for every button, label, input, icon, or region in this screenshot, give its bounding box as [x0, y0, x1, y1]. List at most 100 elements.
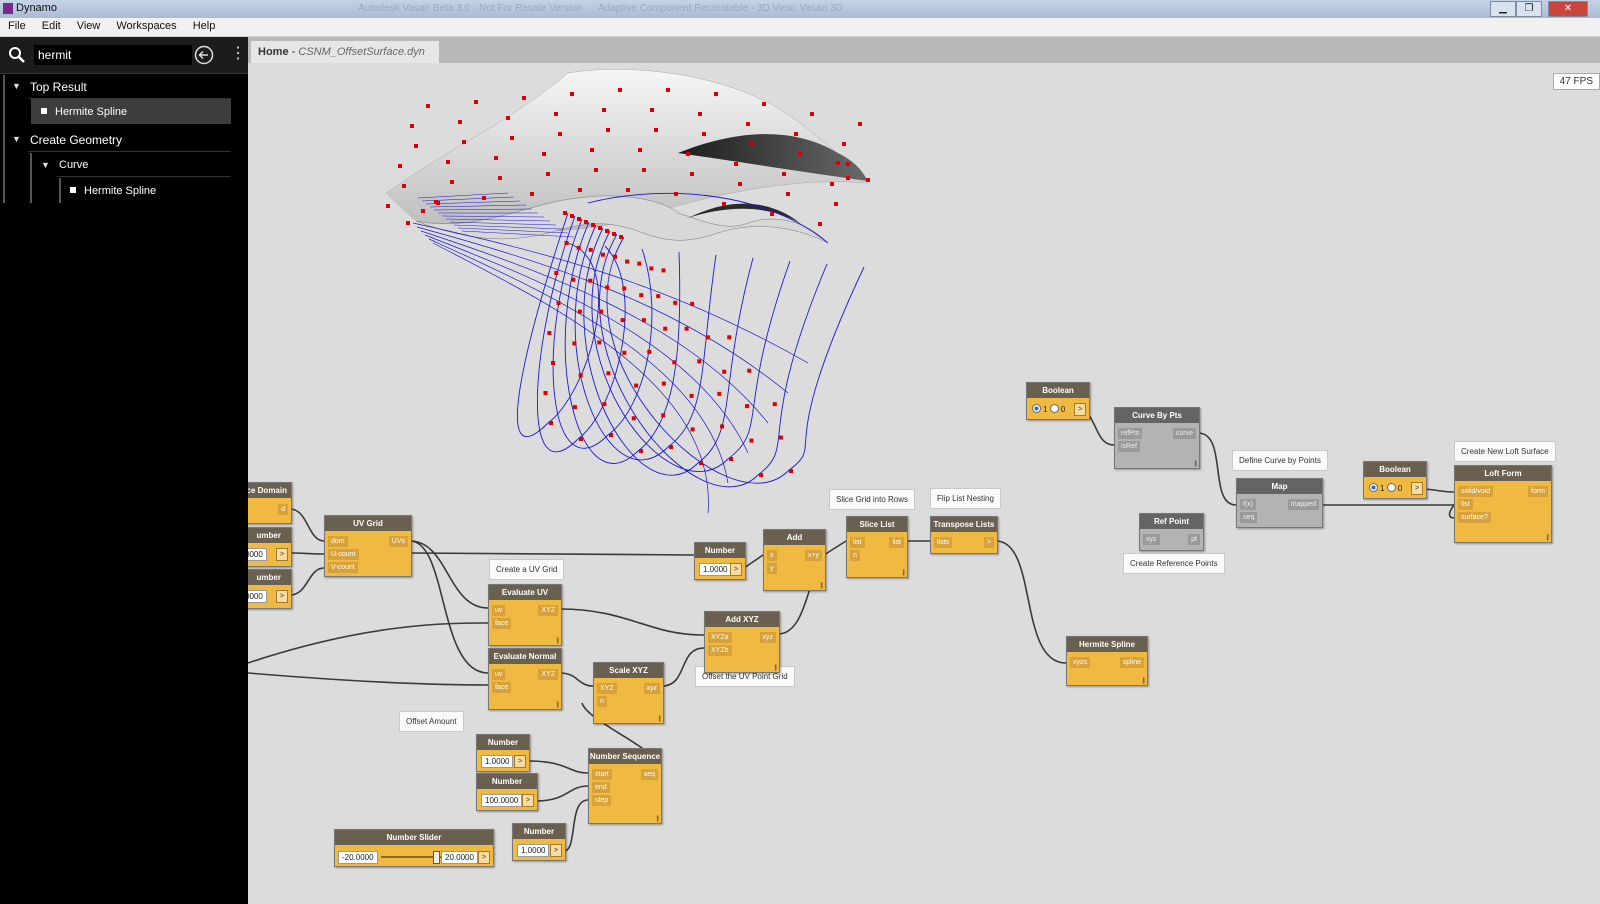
input-port[interactable]: uv [492, 605, 506, 616]
category-create-geometry[interactable]: Create Geometry [30, 133, 122, 147]
input-port[interactable]: XYZa [708, 632, 732, 643]
output-port[interactable]: XYZ [538, 605, 558, 616]
run-arrow[interactable]: > [1074, 403, 1086, 416]
input-port[interactable]: face [492, 618, 512, 629]
input-port[interactable]: y [767, 563, 777, 574]
node-scale-xyz[interactable]: Scale XYZ XYZ n xyz ||| [593, 662, 664, 724]
node-number[interactable]: Number 1.0000 > [512, 823, 566, 861]
run-arrow[interactable]: > [550, 844, 562, 857]
collapse-triangle-icon[interactable]: ▼ [12, 81, 21, 91]
menu-help[interactable]: Help [185, 18, 224, 32]
search-icon[interactable] [8, 46, 26, 64]
node-hermite-spline[interactable]: Hermite Spline xyzs spline ||| [1066, 636, 1148, 686]
node-number-sequence[interactable]: Number Sequence start end step seq ||| [588, 748, 662, 824]
output-port[interactable]: pt [1188, 534, 1200, 545]
node-boolean[interactable]: Boolean 1 0 > [1026, 382, 1090, 420]
input-port[interactable]: n [850, 550, 860, 561]
graph-canvas[interactable]: 47 FPS Create a UV Grid Slice Grid into … [248, 63, 1600, 904]
note-create-uv-grid[interactable]: Create a UV Grid [489, 559, 565, 580]
input-port[interactable]: step [592, 795, 612, 806]
node-number[interactable]: Number 100.0000 > [476, 773, 538, 811]
output-port[interactable]: xyz [759, 632, 776, 643]
output-port[interactable]: mapped [1287, 499, 1319, 510]
node-loft-form[interactable]: Loft Form solid/void list surface? form … [1454, 465, 1552, 543]
node-add-xyz[interactable]: Add XYZ XYZa XYZb xyz ||| [704, 611, 780, 673]
back-arrow-icon[interactable] [194, 45, 214, 65]
input-port[interactable]: uv [492, 669, 506, 680]
node-slice-list[interactable]: Slice List list n list ||| [846, 516, 908, 578]
input-port[interactable]: solid/void [1458, 486, 1494, 497]
input-port[interactable]: n [597, 696, 607, 707]
output-port[interactable]: > [983, 537, 994, 548]
input-port[interactable]: dom [328, 536, 348, 547]
node-number[interactable]: umber 0000 > [248, 527, 292, 567]
input-port[interactable]: f(x) [1240, 499, 1257, 510]
node-number-slider[interactable]: Number Slider -20.0000 20.0000 > [334, 829, 494, 867]
node-boolean[interactable]: Boolean 1 0 > [1363, 461, 1427, 499]
number-value[interactable]: 0000 [248, 590, 267, 603]
note-create-loft[interactable]: Create New Loft Surface [1454, 441, 1556, 462]
output-port[interactable]: seq [640, 769, 658, 780]
input-port[interactable]: xyz [1143, 534, 1160, 545]
input-port[interactable]: start [592, 769, 612, 780]
collapse-triangle-icon[interactable]: ▼ [41, 160, 50, 170]
input-port[interactable]: list [1458, 499, 1473, 510]
number-value[interactable]: 1.0000 [699, 563, 732, 576]
number-value[interactable]: 1.0000 [517, 844, 550, 857]
search-input[interactable] [34, 45, 192, 65]
output-port[interactable]: curve [1172, 428, 1196, 439]
slider-thumb[interactable] [433, 851, 441, 864]
input-port[interactable]: refPts [1118, 428, 1143, 439]
collapse-triangle-icon[interactable]: ▼ [12, 134, 21, 144]
note-flip-list[interactable]: Flip List Nesting [930, 488, 1001, 509]
boolean-toggle[interactable]: 1 0 [1369, 483, 1402, 493]
more-options-icon[interactable]: ⋮ [230, 45, 246, 65]
close-button[interactable]: ✕ [1548, 1, 1588, 17]
note-define-curve[interactable]: Define Curve by Points [1232, 450, 1328, 471]
run-arrow[interactable]: > [514, 755, 526, 768]
slider-track[interactable] [381, 856, 441, 858]
input-port[interactable]: XYZ [597, 683, 617, 694]
input-port[interactable]: lists [934, 537, 953, 548]
input-port[interactable]: XYZb [708, 645, 732, 656]
node-transpose-lists[interactable]: Transpose Lists lists > [930, 516, 998, 554]
run-arrow[interactable]: > [730, 563, 742, 576]
menu-file[interactable]: File [0, 18, 34, 32]
input-port[interactable]: V-count [328, 562, 358, 573]
input-port[interactable]: list [850, 537, 865, 548]
node-ref-point[interactable]: Ref Point xyz pt [1139, 513, 1204, 551]
run-arrow[interactable]: > [478, 851, 490, 864]
node-add[interactable]: Add x y x+y ||| [763, 529, 826, 591]
number-value[interactable]: 100.0000 [481, 794, 523, 807]
menu-edit[interactable]: Edit [34, 18, 69, 32]
number-value[interactable]: 1.0000 [481, 755, 514, 768]
boolean-toggle[interactable]: 1 0 [1032, 404, 1065, 414]
slider-max-value[interactable]: 20.0000 [441, 851, 478, 864]
input-port[interactable]: xyzs [1070, 657, 1090, 668]
run-arrow[interactable]: > [276, 548, 288, 561]
list-item-hermite-spline[interactable]: Hermite Spline [70, 185, 156, 197]
run-arrow[interactable]: > [1411, 482, 1423, 495]
run-arrow[interactable]: > [522, 794, 534, 807]
node-number[interactable]: Number 1.0000 > [694, 542, 746, 580]
input-port[interactable]: isRef [1118, 441, 1140, 452]
output-port[interactable]: form [1528, 486, 1548, 497]
note-slice-grid[interactable]: Slice Grid into Rows [829, 489, 916, 510]
note-create-ref-points[interactable]: Create Reference Points [1123, 553, 1225, 574]
output-port[interactable]: list [889, 537, 904, 548]
output-port[interactable]: XYZ [538, 669, 558, 680]
node-number[interactable]: umber 0000 > [248, 569, 292, 609]
run-arrow[interactable]: > [276, 590, 288, 603]
output-port[interactable]: xyz [643, 683, 660, 694]
menu-workspaces[interactable]: Workspaces [108, 18, 184, 32]
output-port[interactable]: x+y [804, 550, 822, 561]
node-evaluate-uv[interactable]: Evaluate UV uv face XYZ ||| [488, 584, 562, 646]
subcategory-curve[interactable]: Curve [59, 159, 88, 171]
minimize-button[interactable]: ▁ [1490, 1, 1516, 17]
tab-home[interactable]: Home - CSNM_OffsetSurface.dyn [251, 41, 439, 63]
input-port[interactable]: U-count [328, 549, 359, 560]
list-item-top-hermite[interactable]: Hermite Spline [31, 99, 231, 124]
input-port[interactable]: x [767, 550, 777, 561]
number-value[interactable]: 0000 [248, 548, 267, 561]
input-port[interactable]: surface? [1458, 512, 1491, 523]
